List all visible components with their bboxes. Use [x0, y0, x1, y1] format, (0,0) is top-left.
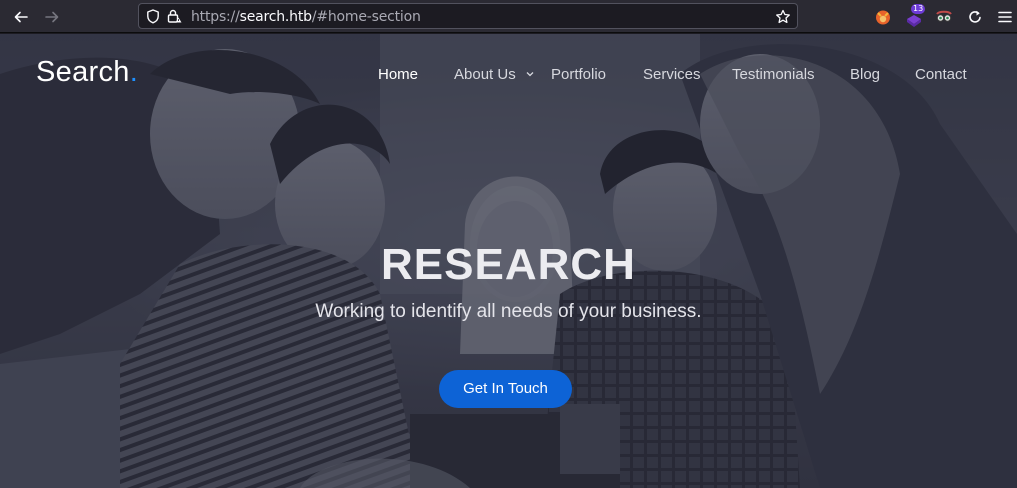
- url-path: /#home-section: [311, 9, 421, 25]
- site-logo[interactable]: Search.: [36, 56, 138, 89]
- get-in-touch-button[interactable]: Get In Touch: [439, 370, 572, 408]
- extension-fox-icon[interactable]: [873, 7, 893, 27]
- nav-item-services[interactable]: Services: [643, 66, 701, 83]
- url-scheme: https://: [191, 9, 240, 25]
- hero-title: RESEARCH: [381, 240, 636, 289]
- forward-button[interactable]: [42, 7, 62, 27]
- url-host: search.htb: [239, 9, 312, 25]
- nav-item-label: Testimonials: [732, 66, 815, 83]
- nav-item-label: About Us: [454, 66, 516, 83]
- nav-item-portfolio[interactable]: Portfolio: [551, 66, 606, 83]
- hero-section: Search. Home About Us Portfolio Services…: [0, 34, 1017, 488]
- nav-item-label: Home: [378, 66, 419, 83]
- nav-item-label: Contact: [915, 66, 967, 83]
- nav-item-label: Portfolio: [551, 66, 607, 83]
- nav-item-about-us[interactable]: About Us: [454, 66, 534, 83]
- star-icon[interactable]: [774, 8, 791, 25]
- back-button[interactable]: [11, 7, 31, 27]
- nav-item-blog[interactable]: Blog: [850, 66, 880, 83]
- site-logo-dot: .: [129, 56, 139, 88]
- nav-item-label: Blog: [850, 66, 881, 83]
- reload-button[interactable]: [965, 7, 985, 27]
- hamburger-menu-icon: [998, 11, 1012, 23]
- extension-badge-icon[interactable]: 13: [903, 4, 927, 29]
- reload-icon: [969, 10, 981, 23]
- hero-subtitle: Working to identify all needs of your bu…: [315, 301, 702, 322]
- shield-icon[interactable]: [145, 8, 161, 24]
- lock-warning-icon[interactable]: [166, 8, 182, 24]
- nav-item-contact[interactable]: Contact: [915, 66, 967, 83]
- arrow-right-icon: [45, 11, 59, 23]
- nav-item-testimonials[interactable]: Testimonials: [732, 66, 815, 83]
- extension-glasses-icon[interactable]: [934, 7, 954, 27]
- nav-item-label: Services: [643, 66, 701, 83]
- chevron-down-icon: [526, 72, 534, 77]
- app-menu-button[interactable]: [995, 7, 1015, 27]
- site-logo-text: Search: [36, 56, 130, 88]
- url-text[interactable]: https://search.htb/#home-section: [191, 9, 421, 25]
- extension-badge-count: 13: [911, 4, 926, 14]
- arrow-left-icon: [14, 11, 28, 23]
- browser-toolbar: https://search.htb/#home-section 13: [0, 0, 1017, 33]
- nav-item-home[interactable]: Home: [378, 66, 418, 83]
- url-bar[interactable]: https://search.htb/#home-section: [138, 3, 798, 29]
